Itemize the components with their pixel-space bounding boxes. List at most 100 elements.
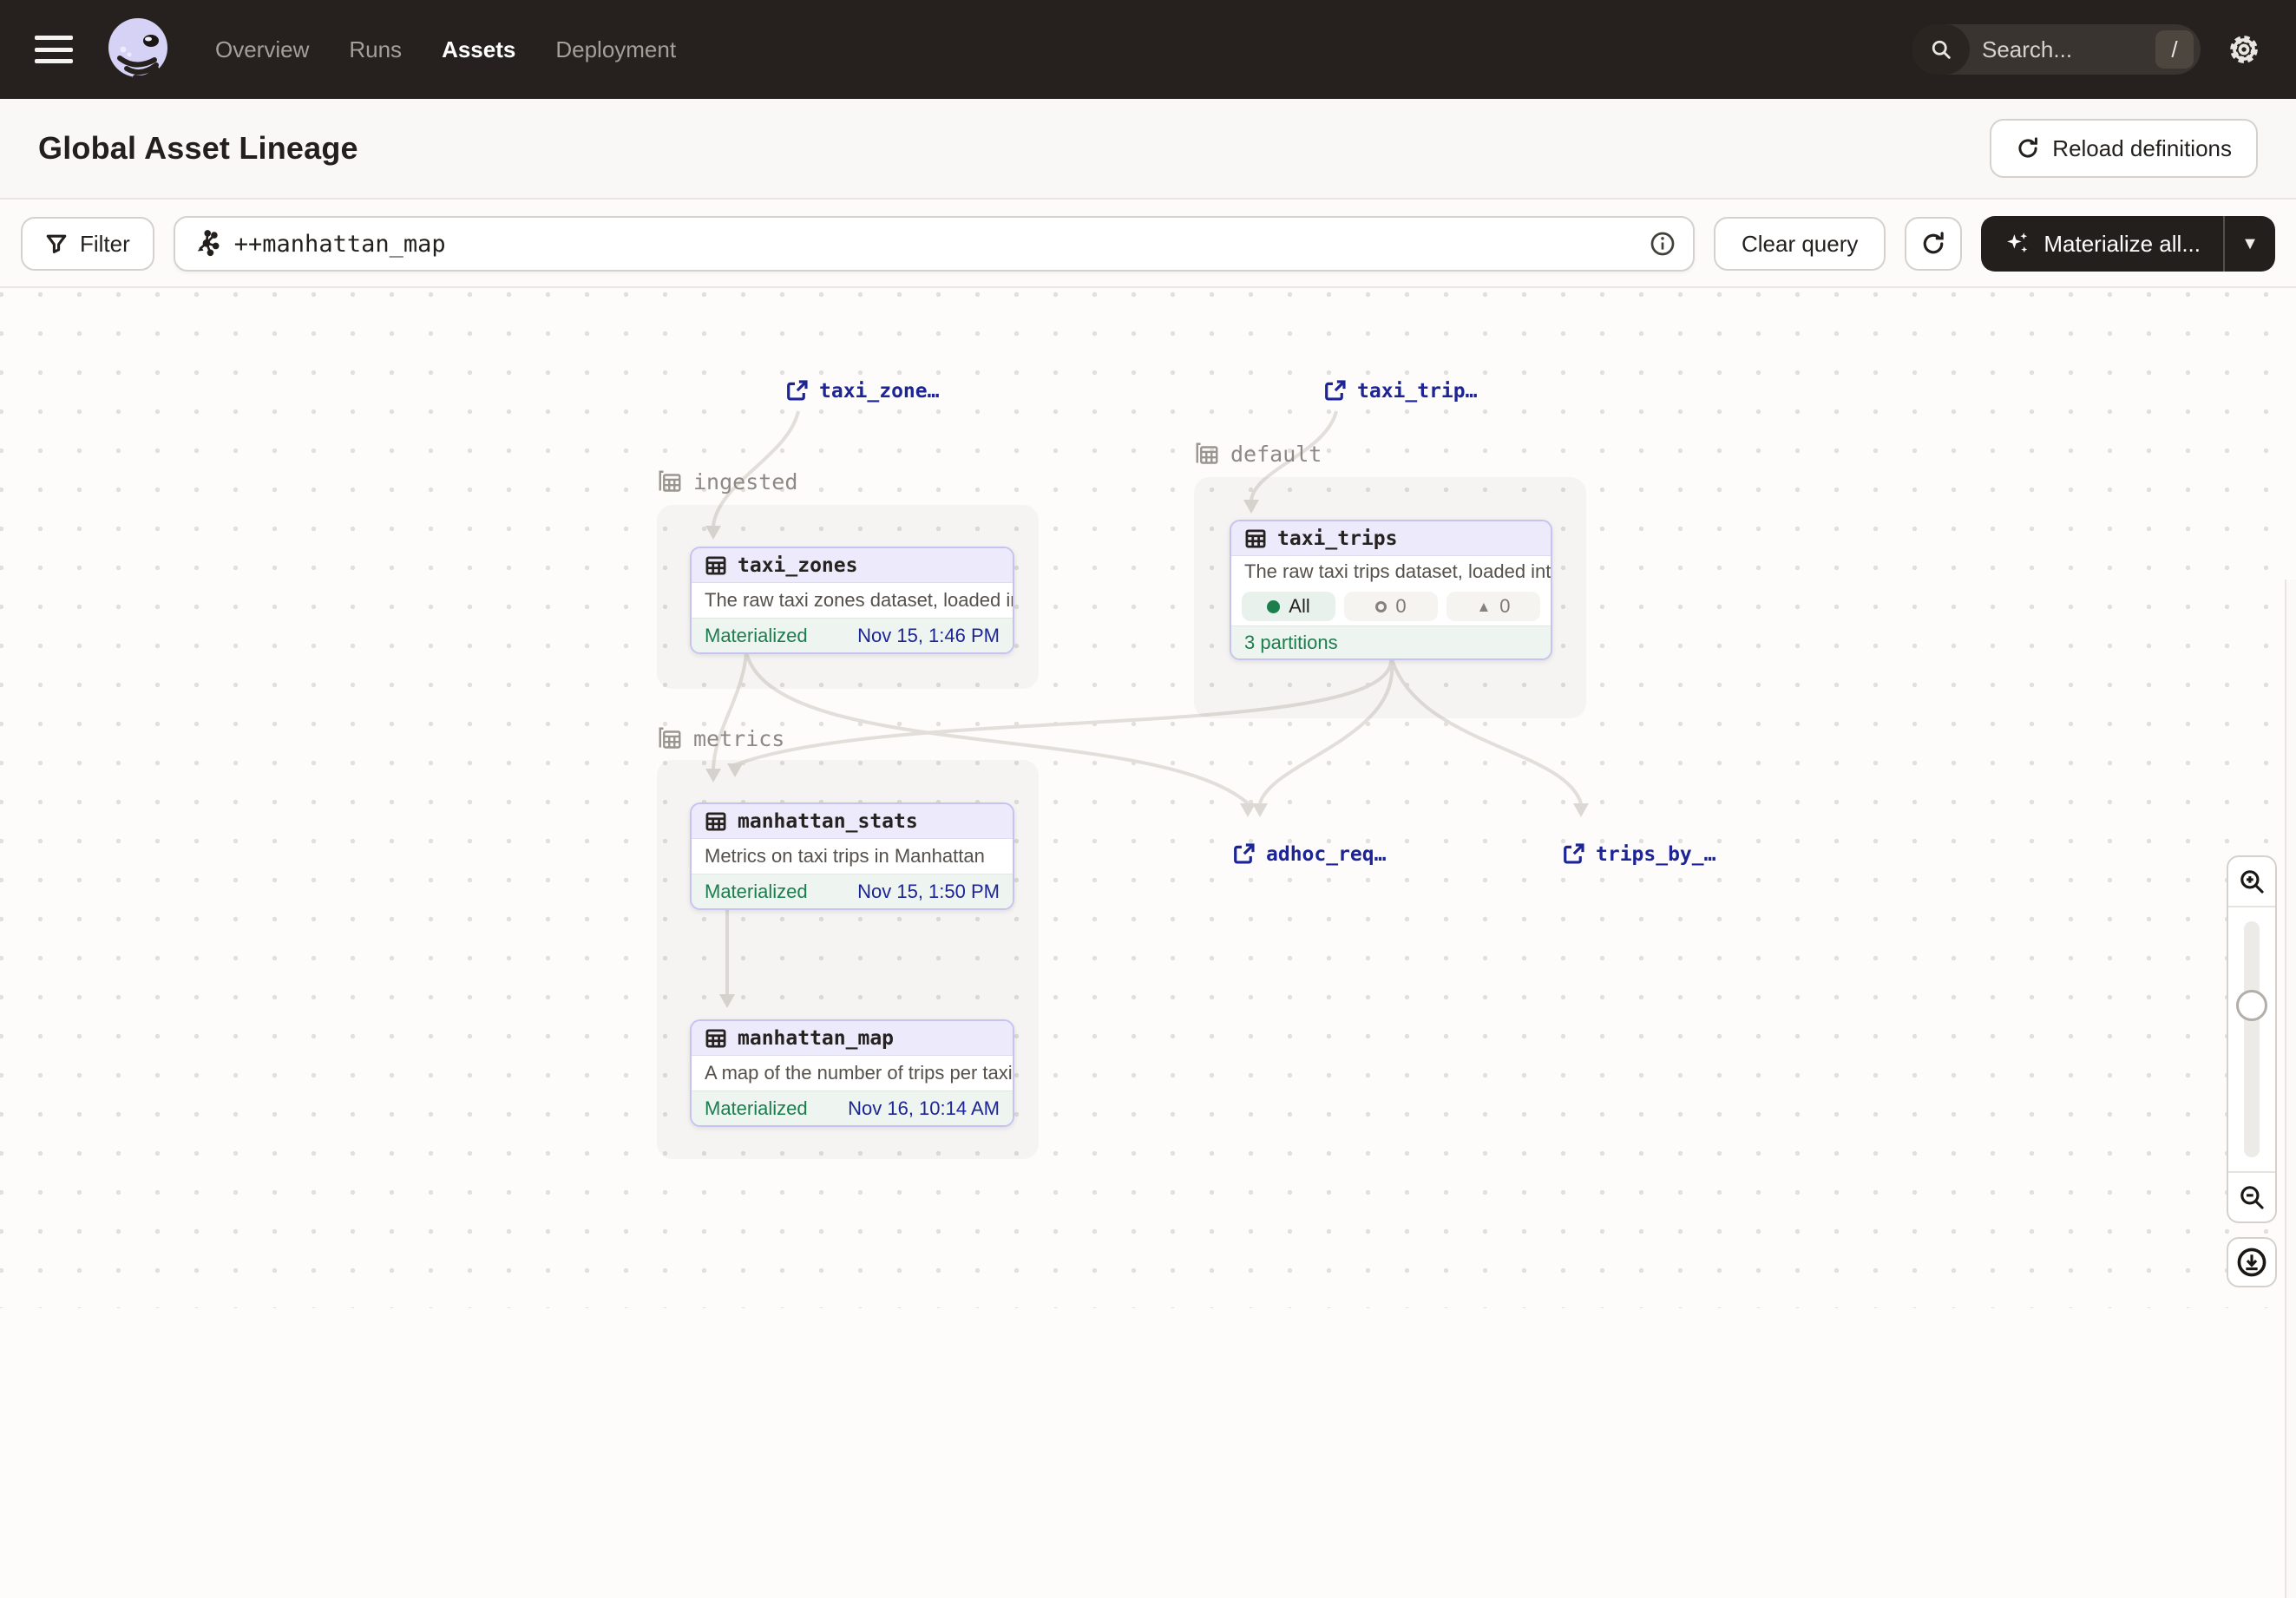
asset-status: Materialized bbox=[705, 881, 808, 903]
group-label-default[interactable]: default bbox=[1194, 441, 1322, 467]
asset-status: Materialized bbox=[705, 1097, 808, 1120]
filter-funnel-icon bbox=[45, 232, 68, 255]
filter-label: Filter bbox=[80, 231, 130, 258]
asset-materialized-time[interactable]: Nov 15, 1:50 PM bbox=[857, 881, 1000, 903]
reload-definitions-label: Reload definitions bbox=[2052, 135, 2232, 162]
zoom-out-button[interactable] bbox=[2228, 1171, 2275, 1221]
search-icon bbox=[1912, 24, 1970, 75]
partition-pill-missing[interactable]: 0 bbox=[1344, 592, 1438, 621]
refresh-icon bbox=[1920, 231, 1946, 257]
asset-description: Metrics on taxi trips in Manhattan bbox=[692, 839, 1013, 874]
external-asset-label: trips_by_… bbox=[1596, 843, 1715, 866]
graph-selection-icon bbox=[193, 230, 220, 258]
partition-pill-all[interactable]: All bbox=[1242, 592, 1335, 621]
zoom-slider[interactable] bbox=[2228, 907, 2275, 1171]
lineage-toolbar: Filter Clear query bbox=[0, 201, 2296, 288]
zoom-slider-thumb[interactable] bbox=[2236, 990, 2267, 1021]
dagster-logo-icon[interactable] bbox=[106, 16, 172, 82]
search-box[interactable]: / bbox=[1912, 24, 2201, 75]
group-label-text: ingested bbox=[693, 469, 797, 494]
asset-title: taxi_zones bbox=[738, 554, 857, 577]
asset-title: taxi_trips bbox=[1277, 527, 1397, 550]
partition-pill-label: All bbox=[1289, 595, 1309, 618]
filter-button[interactable]: Filter bbox=[21, 217, 154, 271]
group-label-text: metrics bbox=[693, 726, 784, 751]
external-asset-link-trips-by[interactable]: trips_by_… bbox=[1562, 842, 1715, 866]
top-nav: Overview Runs Assets Deployment / bbox=[0, 0, 2296, 99]
page-title: Global Asset Lineage bbox=[38, 130, 358, 167]
asset-status: Materialized bbox=[705, 625, 808, 647]
lineage-edges bbox=[0, 290, 2296, 1308]
asset-title: manhattan_map bbox=[738, 1027, 894, 1050]
table-icon bbox=[1244, 527, 1267, 550]
query-info-icon[interactable] bbox=[1650, 231, 1676, 257]
materialize-all-label: Materialize all... bbox=[2043, 231, 2201, 258]
asset-partitions-count[interactable]: 3 partitions bbox=[1244, 632, 1338, 654]
nav-items: Overview Runs Assets Deployment bbox=[215, 36, 676, 63]
clear-query-button[interactable]: Clear query bbox=[1714, 217, 1886, 271]
lineage-canvas[interactable]: ingested default metrics taxi_zone… taxi… bbox=[0, 290, 2296, 1308]
external-link-icon bbox=[1232, 842, 1256, 866]
download-icon bbox=[2235, 1246, 2268, 1279]
ring-icon bbox=[1375, 601, 1387, 612]
triangle-icon: ▲ bbox=[1476, 599, 1491, 614]
external-asset-link-taxi-trip[interactable]: taxi_trip… bbox=[1323, 379, 1477, 403]
group-table-icon bbox=[657, 725, 683, 751]
scrollbar-gutter[interactable] bbox=[2285, 580, 2296, 1598]
zoom-slider-track[interactable] bbox=[2244, 921, 2260, 1157]
search-shortcut-badge: / bbox=[2155, 30, 2194, 69]
asset-selection-input[interactable] bbox=[234, 231, 1636, 258]
asset-node-manhattan-map[interactable]: manhattan_map A map of the number of tri… bbox=[690, 1019, 1014, 1127]
asset-description: A map of the number of trips per taxi z.… bbox=[692, 1056, 1013, 1090]
table-icon bbox=[705, 1027, 727, 1050]
partition-pill-failed[interactable]: ▲ 0 bbox=[1446, 592, 1540, 621]
settings-gear-icon[interactable] bbox=[2227, 32, 2261, 67]
group-label-metrics[interactable]: metrics bbox=[657, 725, 784, 751]
reload-definitions-button[interactable]: Reload definitions bbox=[1990, 119, 2258, 178]
zoom-control-panel bbox=[2227, 855, 2277, 1223]
group-table-icon bbox=[657, 468, 683, 494]
materialize-dropdown-caret[interactable]: ▼ bbox=[2225, 216, 2275, 272]
clear-query-label: Clear query bbox=[1742, 231, 1858, 258]
external-link-icon bbox=[1323, 379, 1347, 403]
nav-item-overview[interactable]: Overview bbox=[215, 36, 309, 63]
materialize-all-button[interactable]: Materialize all... ▼ bbox=[1981, 216, 2275, 272]
reload-icon bbox=[2016, 136, 2040, 160]
page-header: Global Asset Lineage Reload definitions bbox=[0, 99, 2296, 200]
partition-pill-label: 0 bbox=[1499, 595, 1510, 618]
external-asset-link-adhoc-req[interactable]: adhoc_req… bbox=[1232, 842, 1386, 866]
asset-selection-input-box[interactable] bbox=[174, 216, 1695, 272]
sparkle-icon bbox=[2004, 231, 2030, 257]
external-asset-label: taxi_trip… bbox=[1357, 380, 1477, 403]
external-link-icon bbox=[785, 379, 809, 403]
asset-title: manhattan_stats bbox=[738, 810, 918, 833]
asset-node-manhattan-stats[interactable]: manhattan_stats Metrics on taxi trips in… bbox=[690, 802, 1014, 910]
refresh-graph-button[interactable] bbox=[1905, 217, 1962, 271]
zoom-in-button[interactable] bbox=[2228, 857, 2275, 907]
asset-description: The raw taxi zones dataset, loaded int..… bbox=[692, 583, 1013, 618]
download-graph-button[interactable] bbox=[2227, 1237, 2277, 1287]
zoom-out-icon bbox=[2237, 1182, 2266, 1212]
nav-item-deployment[interactable]: Deployment bbox=[555, 36, 676, 63]
external-asset-label: taxi_zone… bbox=[819, 380, 939, 403]
partition-pill-label: 0 bbox=[1395, 595, 1406, 618]
partition-status-row: All 0 ▲ 0 bbox=[1231, 587, 1551, 625]
nav-item-assets[interactable]: Assets bbox=[442, 36, 515, 63]
search-input[interactable] bbox=[1982, 36, 2155, 63]
asset-node-taxi-trips[interactable]: taxi_trips The raw taxi trips dataset, l… bbox=[1230, 520, 1552, 660]
zoom-in-icon bbox=[2237, 867, 2266, 896]
table-icon bbox=[705, 554, 727, 577]
green-dot-icon bbox=[1267, 600, 1280, 613]
asset-materialized-time[interactable]: Nov 15, 1:46 PM bbox=[857, 625, 1000, 647]
nav-item-runs[interactable]: Runs bbox=[349, 36, 402, 63]
external-link-icon bbox=[1562, 842, 1585, 866]
table-icon bbox=[705, 810, 727, 833]
external-asset-label: adhoc_req… bbox=[1266, 843, 1386, 866]
asset-materialized-time[interactable]: Nov 16, 10:14 AM bbox=[848, 1097, 1000, 1120]
group-label-ingested[interactable]: ingested bbox=[657, 468, 797, 494]
external-asset-link-taxi-zone[interactable]: taxi_zone… bbox=[785, 379, 939, 403]
menu-icon[interactable] bbox=[35, 36, 73, 63]
asset-node-taxi-zones[interactable]: taxi_zones The raw taxi zones dataset, l… bbox=[690, 547, 1014, 654]
group-label-text: default bbox=[1230, 442, 1322, 467]
asset-description: The raw taxi trips dataset, loaded into … bbox=[1231, 556, 1551, 587]
